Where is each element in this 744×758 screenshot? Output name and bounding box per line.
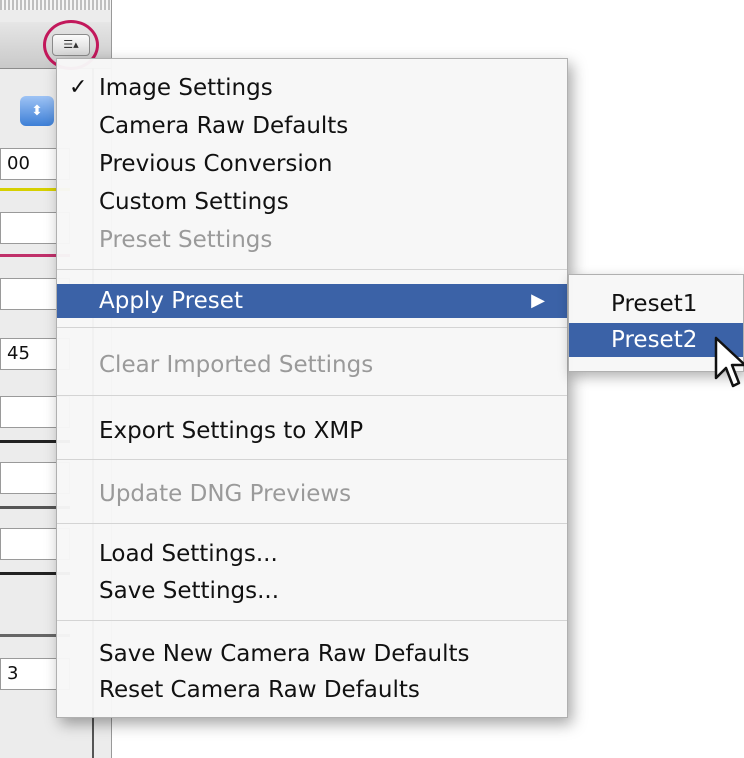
- menu-separator: [57, 459, 567, 460]
- checkmark-icon: ✓: [69, 75, 88, 100]
- menu-item-reset-camera-raw-defaults[interactable]: Reset Camera Raw Defaults: [57, 673, 567, 707]
- menu-item-clear-imported-settings: Clear Imported Settings: [57, 348, 567, 382]
- menu-separator: [57, 269, 567, 270]
- menu-separator: [57, 620, 567, 621]
- menu-item-label: Save Settings...: [99, 578, 280, 604]
- menu-item-label: Camera Raw Defaults: [99, 113, 349, 139]
- menu-item-label: Export Settings to XMP: [99, 418, 364, 444]
- menu-item-update-dng-previews: Update DNG Previews: [57, 477, 567, 511]
- menu-item-apply-preset[interactable]: Apply Preset ▶: [57, 284, 567, 318]
- submenu-item-label: Preset2: [611, 327, 698, 353]
- menu-item-export-settings-xmp[interactable]: Export Settings to XMP: [57, 414, 567, 448]
- menu-item-label: Previous Conversion: [99, 151, 333, 177]
- up-down-arrows-icon: ⬍: [31, 103, 43, 119]
- panel-top-edge: [0, 0, 112, 10]
- menu-item-custom-settings[interactable]: Custom Settings: [57, 185, 567, 219]
- menu-item-label: Preset Settings: [99, 227, 273, 253]
- menu-separator: [57, 523, 567, 524]
- menu-item-label: Clear Imported Settings: [99, 352, 374, 378]
- submenu-item-label: Preset1: [611, 291, 698, 317]
- menu-item-label: Save New Camera Raw Defaults: [99, 641, 470, 667]
- menu-item-image-settings[interactable]: ✓ Image Settings: [57, 71, 567, 105]
- mouse-pointer-icon: [714, 336, 744, 388]
- list-menu-icon: ☰▴: [63, 38, 79, 51]
- menu-item-previous-conversion[interactable]: Previous Conversion: [57, 147, 567, 181]
- settings-dropdown-menu: ✓ Image Settings Camera Raw Defaults Pre…: [56, 58, 568, 718]
- menu-item-label: Custom Settings: [99, 189, 289, 215]
- menu-item-label: Apply Preset: [99, 288, 243, 314]
- menu-item-save-settings[interactable]: Save Settings...: [57, 574, 567, 608]
- submenu-arrow-icon: ▶: [531, 290, 545, 311]
- setting-stepper[interactable]: ⬍: [20, 96, 54, 126]
- menu-item-label: Load Settings...: [99, 541, 278, 567]
- menu-item-label: Reset Camera Raw Defaults: [99, 677, 420, 703]
- menu-separator: [57, 395, 567, 396]
- menu-separator: [57, 327, 567, 328]
- menu-item-load-settings[interactable]: Load Settings...: [57, 537, 567, 571]
- settings-menu-button[interactable]: ☰▴: [52, 34, 90, 56]
- menu-item-save-new-camera-raw-defaults[interactable]: Save New Camera Raw Defaults: [57, 637, 567, 671]
- menu-item-camera-raw-defaults[interactable]: Camera Raw Defaults: [57, 109, 567, 143]
- menu-item-label: Image Settings: [99, 75, 273, 101]
- menu-item-label: Update DNG Previews: [99, 481, 352, 507]
- submenu-item-preset1[interactable]: Preset1: [569, 287, 743, 321]
- menu-item-preset-settings: Preset Settings: [57, 223, 567, 257]
